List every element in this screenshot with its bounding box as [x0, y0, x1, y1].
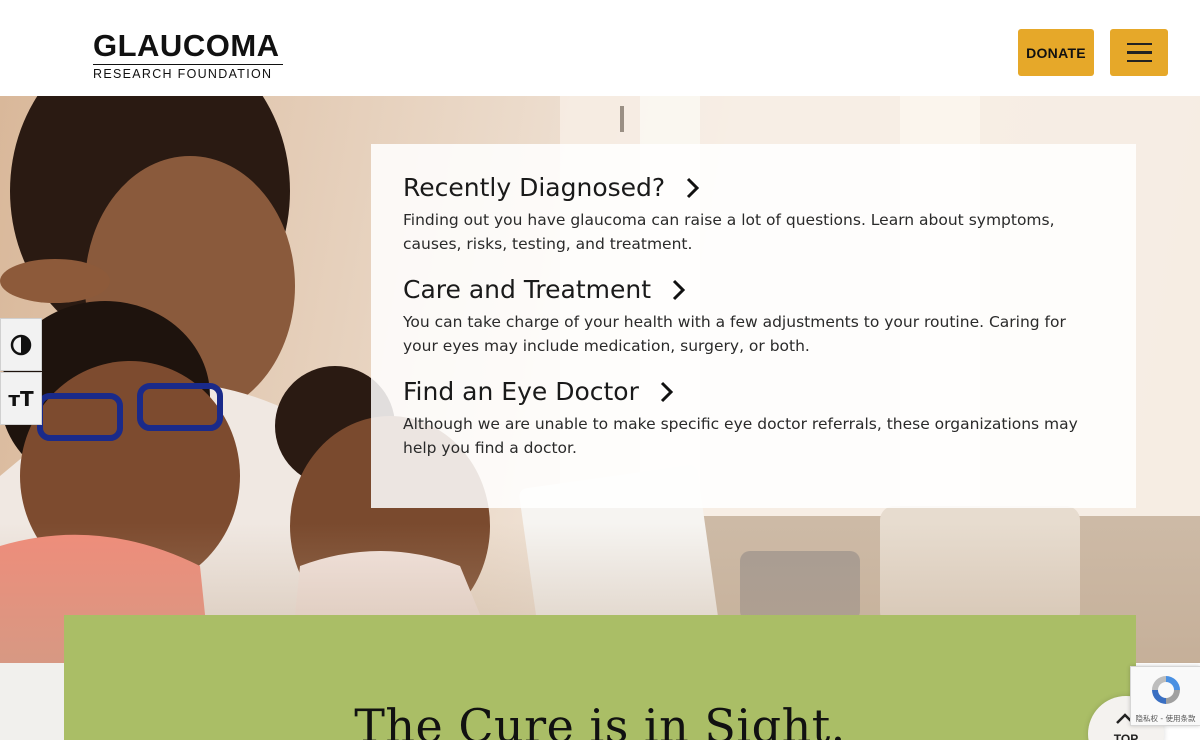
mission-section: The Cure is in Sight.	[64, 615, 1136, 740]
recaptcha-terms-link[interactable]: 隐私权 - 使用条款	[1131, 713, 1200, 724]
hamburger-icon	[1126, 42, 1152, 46]
chevron-right-icon	[672, 279, 686, 301]
hamburger-icon-line	[1126, 59, 1152, 63]
hero-section: Recently Diagnosed? Finding out you have…	[0, 96, 1200, 663]
care-and-treatment-link[interactable]: Care and Treatment	[403, 272, 1104, 308]
recently-diagnosed-link[interactable]: Recently Diagnosed?	[403, 170, 1104, 206]
card-description: Although we are unable to make specific …	[403, 415, 1078, 457]
card-item-care-treatment: Care and Treatment You can take charge o…	[403, 272, 1104, 358]
accessibility-toolbar: ᴛT	[0, 318, 42, 426]
hamburger-icon-line	[1126, 51, 1152, 54]
mission-title: The Cure is in Sight.	[354, 699, 846, 740]
card-title-text: Find an Eye Doctor	[403, 377, 639, 406]
card-item-find-doctor: Find an Eye Doctor Although we are unabl…	[403, 374, 1104, 460]
card-description: Finding out you have glaucoma can raise …	[403, 211, 1055, 253]
find-eye-doctor-link[interactable]: Find an Eye Doctor	[403, 374, 1104, 410]
chevron-right-icon	[687, 177, 700, 199]
high-contrast-button[interactable]	[0, 318, 42, 371]
contrast-icon	[10, 334, 32, 355]
text-size-button[interactable]: ᴛT	[0, 372, 42, 425]
recaptcha-icon	[1152, 676, 1180, 704]
site-header: GLAUCOMA RESEARCH FOUNDATION DONATE	[0, 0, 1200, 96]
logo-sub-text: RESEARCH FOUNDATION	[93, 64, 283, 81]
text-size-icon: ᴛT	[8, 386, 34, 411]
hero-links-card: Recently Diagnosed? Finding out you have…	[371, 144, 1136, 508]
page-background-strip	[0, 663, 64, 740]
chevron-right-icon	[660, 381, 673, 403]
card-item-recently-diagnosed: Recently Diagnosed? Finding out you have…	[403, 170, 1104, 256]
donate-button[interactable]: DONATE	[1018, 29, 1094, 76]
menu-button[interactable]	[1110, 29, 1168, 76]
site-logo[interactable]: GLAUCOMA RESEARCH FOUNDATION	[93, 28, 283, 81]
back-to-top-label: TOP	[1113, 732, 1139, 740]
card-title-text: Recently Diagnosed?	[403, 173, 666, 202]
recaptcha-badge[interactable]: 隐私权 - 使用条款	[1130, 666, 1200, 726]
logo-main-text: GLAUCOMA	[93, 28, 280, 63]
card-title-text: Care and Treatment	[403, 275, 652, 304]
card-description: You can take charge of your health with …	[403, 313, 1066, 355]
